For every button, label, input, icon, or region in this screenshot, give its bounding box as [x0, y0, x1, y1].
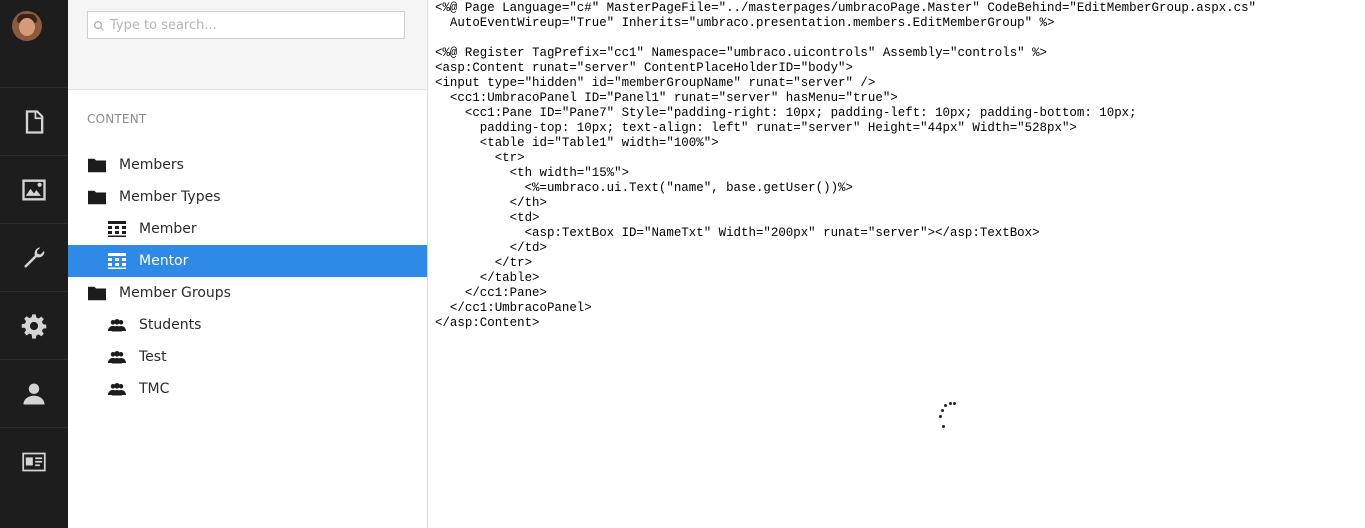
code-line: <asp:TextBox ID="NameTxt" Width="200px" … [435, 226, 1040, 240]
member-group-icon [107, 348, 127, 366]
tree-item-label: Students [139, 317, 202, 333]
tree-item-label: Member Groups [119, 285, 231, 301]
code-line: </tr> [435, 256, 533, 270]
users-icon [23, 383, 45, 404]
tree-item-tmc[interactable]: TMC [68, 373, 427, 405]
folder-icon [87, 156, 107, 174]
developer-gear-icon [21, 313, 47, 339]
tree-item-members[interactable]: Members [68, 149, 427, 181]
section-title: CONTENT [87, 112, 147, 126]
section-media-button[interactable] [0, 156, 68, 223]
code-line: <%@ Page Language="c#" MasterPageFile=".… [435, 1, 1257, 15]
app-window: CONTENT Members Member Types Member Ment… [0, 0, 1365, 528]
members-card-icon [22, 452, 46, 471]
code-line: </asp:Content> [435, 316, 540, 330]
code-line: </td> [435, 241, 547, 255]
code-line: </table> [435, 271, 540, 285]
tree-item-label: Member [139, 221, 197, 237]
member-type-grid-icon [107, 220, 127, 238]
tree-item-member-types[interactable]: Member Types [68, 181, 427, 213]
folder-icon [87, 188, 107, 206]
source-code-view: <%@ Page Language="c#" MasterPageFile=".… [435, 1, 1256, 331]
search-area [68, 0, 427, 90]
tree-item-label: Members [119, 157, 184, 173]
section-settings-button[interactable] [0, 224, 68, 291]
section-rail [0, 0, 68, 528]
code-line: <asp:Content runat="server" ContentPlace… [435, 61, 853, 75]
code-line: <input type="hidden" id="memberGroupName… [435, 76, 876, 90]
member-group-icon [107, 380, 127, 398]
content-icon [25, 109, 44, 134]
member-type-grid-icon [107, 252, 127, 270]
tree-item-label: Member Types [119, 189, 221, 205]
tree-item-member-groups[interactable]: Member Groups [68, 277, 427, 309]
tree-item-test[interactable]: Test [68, 341, 427, 373]
code-line: AutoEventWireup="True" Inherits="umbraco… [435, 16, 1055, 30]
tree-item-mentor[interactable]: Mentor [68, 245, 427, 277]
code-line: </cc1:UmbracoPanel> [435, 301, 592, 315]
code-line: <cc1:Pane ID="Pane7" Style="padding-righ… [435, 106, 1137, 120]
section-members-button[interactable] [0, 428, 68, 495]
folder-icon [87, 284, 107, 302]
section-content-button[interactable] [0, 88, 68, 155]
code-line: <th width="15%"> [435, 166, 630, 180]
media-icon [22, 179, 46, 200]
code-line: <%@ Register TagPrefix="cc1" Namespace="… [435, 46, 1048, 60]
tree-item-member[interactable]: Member [68, 213, 427, 245]
tree-item-label: TMC [139, 381, 170, 397]
code-line: padding-top: 10px; text-align: left" run… [435, 121, 1077, 135]
tree-item-label: Mentor [139, 253, 189, 269]
search-icon [93, 20, 104, 31]
tree-panel: CONTENT Members Member Types Member Ment… [68, 0, 428, 528]
code-line: <tr> [435, 151, 525, 165]
section-users-button[interactable] [0, 360, 68, 427]
settings-wrench-icon [24, 247, 45, 268]
search-box [87, 11, 405, 39]
code-line: <table id="Table1" width="100%"> [435, 136, 719, 150]
search-input[interactable] [110, 14, 400, 36]
section-developer-button[interactable] [0, 292, 68, 359]
tree-item-students[interactable]: Students [68, 309, 427, 341]
code-line: <td> [435, 211, 540, 225]
code-line: <cc1:UmbracoPanel ID="Panel1" runat="ser… [435, 91, 898, 105]
member-group-icon [107, 316, 127, 334]
code-line: </th> [435, 196, 547, 210]
code-line: </cc1:Pane> [435, 286, 547, 300]
loading-spinner-icon [936, 401, 958, 429]
code-line: <%=umbraco.ui.Text("name", base.getUser(… [435, 181, 853, 195]
tree-item-label: Test [139, 349, 167, 365]
avatar[interactable] [12, 11, 42, 41]
